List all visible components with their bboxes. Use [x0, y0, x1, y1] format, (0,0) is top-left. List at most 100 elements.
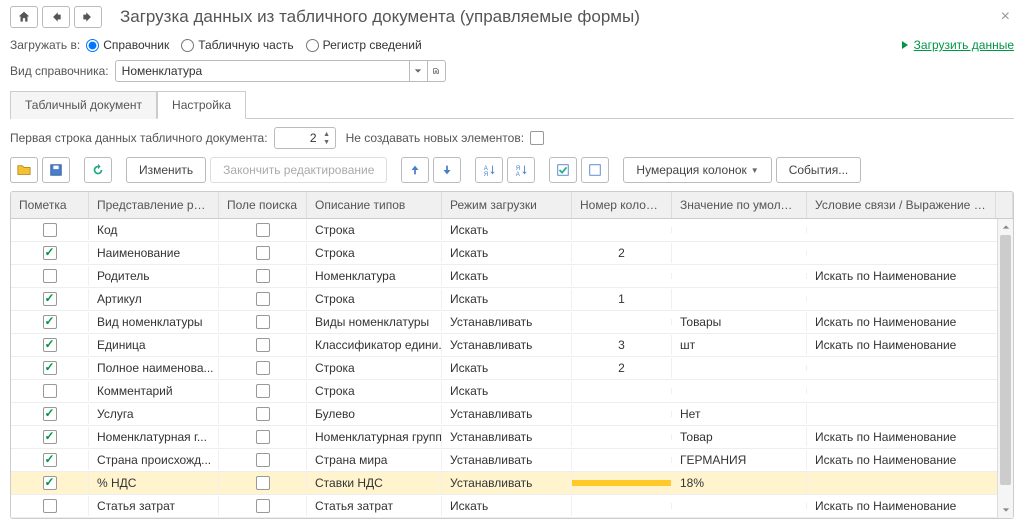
- row-mark-checkbox[interactable]: [43, 361, 57, 375]
- col-mode[interactable]: Режим загрузки: [442, 192, 572, 218]
- row-searchfield-checkbox[interactable]: [256, 223, 270, 237]
- move-up-button[interactable]: [401, 157, 429, 183]
- dropdown-open-button[interactable]: [428, 60, 446, 82]
- ref-type-dropdown[interactable]: Номенклатура: [115, 60, 410, 82]
- forward-button[interactable]: [74, 6, 102, 28]
- row-number: [572, 457, 672, 463]
- radio-tablepart[interactable]: Табличную часть: [181, 38, 293, 52]
- table-row[interactable]: НаименованиеСтрокаИскать2: [11, 242, 1013, 265]
- table-row[interactable]: Вид номенклатурыВиды номенклатурыУстанав…: [11, 311, 1013, 334]
- load-data-link[interactable]: Загрузить данные: [900, 38, 1014, 52]
- save-button[interactable]: [42, 157, 70, 183]
- row-number: [572, 227, 672, 233]
- row-number: [572, 388, 672, 394]
- col-number[interactable]: Номер колонки: [572, 192, 672, 218]
- table-row[interactable]: Полное наименова...СтрокаИскать2: [11, 357, 1013, 380]
- row-type: Строка: [307, 289, 442, 309]
- row-searchfield-checkbox[interactable]: [256, 246, 270, 260]
- row-default: [672, 365, 807, 371]
- scroll-up[interactable]: [998, 219, 1013, 235]
- row-repr: Полное наименова...: [89, 358, 219, 378]
- row-mark-checkbox[interactable]: [43, 269, 57, 283]
- scrollbar[interactable]: [997, 219, 1013, 518]
- dropdown-toggle[interactable]: [410, 60, 428, 82]
- column-numbering-button[interactable]: Нумерация колонок▼: [623, 157, 771, 183]
- row-mark-checkbox[interactable]: [43, 407, 57, 421]
- spin-down[interactable]: ▼: [321, 138, 333, 146]
- col-searchfield[interactable]: Поле поиска: [219, 192, 307, 218]
- first-row-input[interactable]: 2 ▲▼: [274, 127, 336, 149]
- table-row[interactable]: КодСтрокаИскать: [11, 219, 1013, 242]
- row-mark-checkbox[interactable]: [43, 338, 57, 352]
- check-all-button[interactable]: [549, 157, 577, 183]
- table-row[interactable]: Страна происхожд...Страна мираУстанавлив…: [11, 449, 1013, 472]
- radio-register[interactable]: Регистр сведений: [306, 38, 422, 52]
- table-row[interactable]: Номенклатурная г...Номенклатурная группа…: [11, 426, 1013, 449]
- row-mark-checkbox[interactable]: [43, 453, 57, 467]
- row-mark-checkbox[interactable]: [43, 315, 57, 329]
- table-row[interactable]: Статья затратСтатья затратИскатьИскать п…: [11, 495, 1013, 518]
- row-type: Виды номенклатуры: [307, 312, 442, 332]
- scroll-down[interactable]: [998, 502, 1013, 518]
- row-number: 2: [572, 243, 672, 263]
- edit-button[interactable]: Изменить: [126, 157, 206, 183]
- col-default[interactable]: Значение по умолча...: [672, 192, 807, 218]
- row-condition: Искать по Наименование: [807, 427, 1013, 447]
- table-row[interactable]: КомментарийСтрокаИскать: [11, 380, 1013, 403]
- row-mark-checkbox[interactable]: [43, 430, 57, 444]
- row-number: [572, 434, 672, 440]
- row-type: Номенклатурная группа: [307, 427, 442, 447]
- refresh-button[interactable]: [84, 157, 112, 183]
- spin-up[interactable]: ▲: [321, 130, 333, 138]
- row-searchfield-checkbox[interactable]: [256, 499, 270, 513]
- uncheck-all-button[interactable]: [581, 157, 609, 183]
- row-number: 2: [572, 358, 672, 378]
- col-mark[interactable]: Пометка: [11, 192, 89, 218]
- row-default: 18%: [672, 473, 807, 493]
- row-mark-checkbox[interactable]: [43, 292, 57, 306]
- no-create-checkbox[interactable]: [530, 131, 544, 145]
- col-type[interactable]: Описание типов: [307, 192, 442, 218]
- home-button[interactable]: [10, 6, 38, 28]
- row-searchfield-checkbox[interactable]: [256, 384, 270, 398]
- scroll-thumb[interactable]: [1000, 235, 1011, 485]
- row-mark-checkbox[interactable]: [43, 384, 57, 398]
- move-down-button[interactable]: [433, 157, 461, 183]
- row-searchfield-checkbox[interactable]: [256, 361, 270, 375]
- table-row[interactable]: АртикулСтрокаИскать1: [11, 288, 1013, 311]
- row-searchfield-checkbox[interactable]: [256, 269, 270, 283]
- col-condition[interactable]: Условие связи / Выражение д...: [807, 192, 996, 218]
- folder-open-button[interactable]: [10, 157, 38, 183]
- row-searchfield-checkbox[interactable]: [256, 407, 270, 421]
- events-button[interactable]: События...: [776, 157, 862, 183]
- row-searchfield-checkbox[interactable]: [256, 292, 270, 306]
- row-repr: % НДС: [89, 473, 219, 493]
- sort-asc-button[interactable]: AЯ: [475, 157, 503, 183]
- row-searchfield-checkbox[interactable]: [256, 338, 270, 352]
- tab-settings[interactable]: Настройка: [157, 91, 246, 119]
- close-button[interactable]: ×: [1001, 8, 1010, 26]
- row-type: Строка: [307, 358, 442, 378]
- row-mark-checkbox[interactable]: [43, 499, 57, 513]
- row-searchfield-checkbox[interactable]: [256, 476, 270, 490]
- row-condition: [807, 227, 1013, 233]
- table-row[interactable]: РодительНоменклатураИскатьИскать по Наим…: [11, 265, 1013, 288]
- row-searchfield-checkbox[interactable]: [256, 430, 270, 444]
- table-row[interactable]: ЕдиницаКлассификатор едини...Устанавлива…: [11, 334, 1013, 357]
- radio-reference[interactable]: Справочник: [86, 38, 169, 52]
- row-mode: Устанавливать: [442, 473, 572, 493]
- table-row[interactable]: УслугаБулевоУстанавливатьНет: [11, 403, 1013, 426]
- back-button[interactable]: [42, 6, 70, 28]
- sort-desc-button[interactable]: ЯA: [507, 157, 535, 183]
- col-representation[interactable]: Представление ре...: [89, 192, 219, 218]
- row-searchfield-checkbox[interactable]: [256, 453, 270, 467]
- table-row[interactable]: % НДССтавки НДСУстанавливать18%: [11, 472, 1013, 495]
- row-mark-checkbox[interactable]: [43, 476, 57, 490]
- row-mark-checkbox[interactable]: [43, 246, 57, 260]
- row-mode: Устанавливать: [442, 404, 572, 424]
- row-condition: [807, 250, 1013, 256]
- ref-type-label: Вид справочника:: [10, 64, 109, 78]
- row-mark-checkbox[interactable]: [43, 223, 57, 237]
- row-searchfield-checkbox[interactable]: [256, 315, 270, 329]
- tab-document[interactable]: Табличный документ: [10, 91, 157, 119]
